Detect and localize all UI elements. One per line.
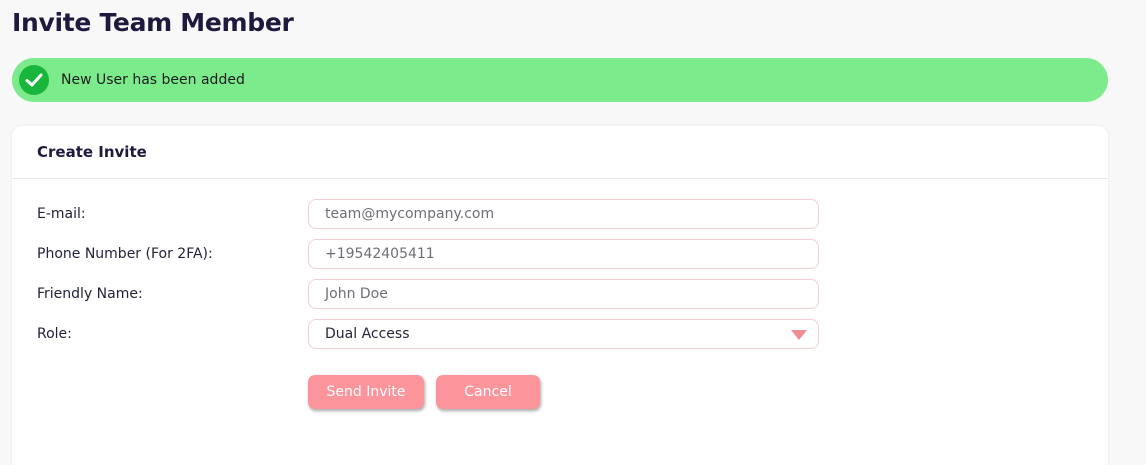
role-select[interactable]: Dual Access xyxy=(308,319,819,349)
check-circle-icon xyxy=(19,65,49,95)
card-title: Create Invite xyxy=(12,126,1108,179)
cancel-button[interactable]: Cancel xyxy=(436,375,540,409)
role-label: Role: xyxy=(37,326,72,342)
page-title: Invite Team Member xyxy=(12,8,294,37)
alert-message: New User has been added xyxy=(61,72,245,88)
page: Invite Team Member New User has been add… xyxy=(0,0,1146,465)
caret-down-icon xyxy=(791,330,807,340)
phone-row: Phone Number (For 2FA): +19542405411 xyxy=(37,239,827,269)
phone-field[interactable]: +19542405411 xyxy=(308,239,819,269)
role-selected-value: Dual Access xyxy=(325,326,410,342)
email-field[interactable]: team@mycompany.com xyxy=(308,199,819,229)
email-label: E-mail: xyxy=(37,206,86,222)
friendly-name-placeholder: John Doe xyxy=(325,286,388,302)
email-row: E-mail: team@mycompany.com xyxy=(37,199,827,229)
friendly-name-row: Friendly Name: John Doe xyxy=(37,279,827,309)
role-row: Role: Dual Access xyxy=(37,319,827,349)
email-placeholder: team@mycompany.com xyxy=(325,206,495,222)
create-invite-card: Create Invite E-mail: team@mycompany.com… xyxy=(12,126,1108,465)
friendly-name-field[interactable]: John Doe xyxy=(308,279,819,309)
friendly-name-label: Friendly Name: xyxy=(37,286,143,302)
success-alert: New User has been added xyxy=(12,58,1108,102)
phone-label: Phone Number (For 2FA): xyxy=(37,246,213,262)
send-invite-button[interactable]: Send Invite xyxy=(308,375,424,409)
phone-placeholder: +19542405411 xyxy=(325,246,435,262)
